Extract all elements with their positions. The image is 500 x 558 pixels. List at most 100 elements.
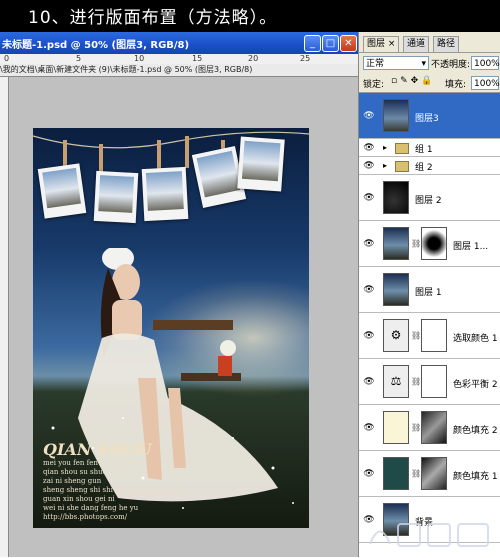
layer-name: 颜色填充 1 [453, 472, 498, 482]
ruler-mark: 25 [300, 54, 311, 63]
layer-mask-thumbnail[interactable] [421, 319, 447, 352]
polaroid-photo [237, 136, 285, 192]
link-icon: ⛓ [411, 423, 422, 432]
left-ruler [0, 77, 9, 557]
layer-thumbnail [383, 227, 409, 260]
photo-text-line: sheng sheng shi shi yong yuan zai yi qi [43, 486, 182, 494]
close-button[interactable]: ✕ [340, 35, 357, 52]
layer-row[interactable]: 👁 ▸ 组 2 [359, 157, 500, 175]
eye-icon[interactable]: 👁 [362, 421, 376, 435]
eye-icon[interactable]: 👁 [362, 109, 376, 123]
photo-text-line: wei ni she dang feng he yu [43, 504, 139, 512]
layer-name: 图层 1 [415, 288, 442, 298]
lock-label: 锁定: [363, 80, 385, 90]
file-path-bar: \我的文档\桌面\新建文件夹 (9)\未标题-1.psd @ 50% (图层3,… [0, 64, 358, 77]
link-icon: ⛓ [411, 469, 422, 478]
link-icon: ⛓ [411, 377, 422, 386]
layer-name: 组 2 [415, 163, 433, 173]
expand-arrow-icon[interactable]: ▸ [383, 161, 387, 170]
color-balance-icon: ⚖ [383, 365, 409, 398]
fill-color-swatch [383, 457, 409, 490]
layer-mask-thumbnail[interactable] [421, 457, 447, 490]
layer-row[interactable]: 👁 ⚙ ⛓ 选取颜色 1 [359, 313, 500, 359]
photo-text: QIAN SHOU mei you fen fen ao geng ai ni … [43, 440, 181, 522]
fill-input[interactable]: 100% [471, 76, 500, 90]
photo-text-line: mei you fen fen ao geng ai ni [43, 459, 146, 467]
photo-text-line: qian shou su shuo yi zi [43, 468, 124, 476]
document-title: 未标题-1.psd @ 50% (图层3, RGB/8) [2, 40, 190, 51]
layer-row[interactable]: 👁 图层 2 [359, 175, 500, 221]
eye-icon[interactable]: 👁 [362, 141, 376, 155]
layer-name: 图层 2 [415, 196, 442, 206]
opacity-input[interactable]: 100% [471, 56, 500, 70]
panel-tabs: 图层 × 通道 路径 [359, 36, 500, 53]
document-window: 未标题-1.psd @ 50% (图层3, RGB/8) _ □ ✕ 0 5 1… [0, 32, 358, 557]
lock-icons[interactable]: ▫✎✥🔒 [391, 76, 435, 86]
polaroid-photo [141, 166, 189, 222]
eye-icon[interactable]: 👁 [362, 237, 376, 251]
layer-name: 图层3 [415, 114, 439, 124]
caption-bar: 10、进行版面布置（方法略）。 [0, 0, 500, 32]
folder-icon [395, 161, 409, 172]
lock-row: 锁定: ▫✎✥🔒 填充: 100% [359, 74, 500, 92]
ruler-mark: 15 [192, 54, 203, 63]
expand-arrow-icon[interactable]: ▸ [383, 143, 387, 152]
canvas-area[interactable]: QIAN SHOU mei you fen fen ao geng ai ni … [9, 77, 358, 557]
ruler-mark: 10 [134, 54, 145, 63]
blend-row: 正常 ▾ 不透明度: 100% [359, 54, 500, 72]
layer-name: 颜色填充 2 [453, 426, 498, 436]
polaroid-photo [93, 170, 139, 224]
watermark-graphic [369, 523, 489, 547]
link-icon: ⛓ [411, 239, 422, 248]
layer-mask-thumbnail[interactable] [421, 365, 447, 398]
ruler-mark: 5 [76, 54, 82, 63]
eye-icon[interactable]: 👁 [362, 159, 376, 173]
opacity-label: 不透明度: [431, 60, 471, 70]
folder-icon [395, 143, 409, 154]
fill-label: 填充: [445, 80, 467, 90]
layer-name: 组 1 [415, 145, 433, 155]
layer-mask-thumbnail[interactable] [421, 227, 447, 260]
layer-row[interactable]: 👁 ⛓ 颜色填充 1 [359, 451, 500, 497]
layer-name: 色彩平衡 2 [453, 380, 498, 390]
wedding-photo[interactable]: QIAN SHOU mei you fen fen ao geng ai ni … [33, 128, 309, 528]
eye-icon[interactable]: 👁 [362, 375, 376, 389]
layers-panel: 图层 × 通道 路径 正常 ▾ 不透明度: 100% 锁定: ▫✎✥🔒 填充: 1… [358, 32, 500, 558]
tab-paths[interactable]: 路径 [433, 36, 460, 52]
document-titlebar[interactable]: 未标题-1.psd @ 50% (图层3, RGB/8) _ □ ✕ [0, 32, 358, 54]
fill-color-swatch [383, 411, 409, 444]
layer-thumbnail [383, 273, 409, 306]
minimize-button[interactable]: _ [304, 35, 321, 52]
photo-title: QIAN SHOU [43, 440, 152, 459]
maximize-button[interactable]: □ [322, 35, 339, 52]
selective-color-icon: ⚙ [383, 319, 409, 352]
layer-row[interactable]: 👁 图层3 [359, 93, 500, 139]
eye-icon[interactable]: 👁 [362, 191, 376, 205]
eye-icon[interactable]: 👁 [362, 283, 376, 297]
layer-row[interactable]: 👁 ⛓ 图层 1... [359, 221, 500, 267]
photo-text-line: guan xin shou gei ni [43, 495, 115, 503]
layers-list: 👁 图层3 👁 ▸ 组 1 👁 ▸ 组 2 👁 图层 2 👁 ⛓ 图层 1...… [359, 92, 500, 558]
caption-text: 10、进行版面布置（方法略）。 [28, 8, 278, 28]
blend-mode-select[interactable]: 正常 ▾ [363, 56, 429, 70]
tab-channels[interactable]: 通道 [403, 36, 430, 52]
chevron-down-icon: ▾ [421, 59, 426, 69]
layer-row[interactable]: 👁 ⚖ ⛓ 色彩平衡 2 [359, 359, 500, 405]
layer-row[interactable]: 👁 图层 1 [359, 267, 500, 313]
layer-row[interactable]: 👁 ▸ 组 1 [359, 139, 500, 157]
photo-text-line: zai ni sheng gun [43, 477, 102, 485]
eye-icon[interactable]: 👁 [362, 467, 376, 481]
layer-thumbnail [383, 181, 409, 214]
layer-row[interactable]: 👁 ⛓ 颜色填充 2 [359, 405, 500, 451]
polaroid-photo [37, 163, 87, 219]
link-icon: ⛓ [411, 331, 422, 340]
layer-name: 图层 1... [453, 242, 489, 252]
layer-name: 选取颜色 1 [453, 334, 498, 344]
tab-layers[interactable]: 图层 × [363, 36, 400, 52]
layer-thumbnail [383, 99, 409, 132]
ruler-mark: 20 [248, 54, 259, 63]
ruler-mark: 0 [4, 54, 10, 63]
layer-mask-thumbnail[interactable] [421, 411, 447, 444]
eye-icon[interactable]: 👁 [362, 329, 376, 343]
photo-url: http://bbs.photops.com/ [43, 513, 128, 521]
